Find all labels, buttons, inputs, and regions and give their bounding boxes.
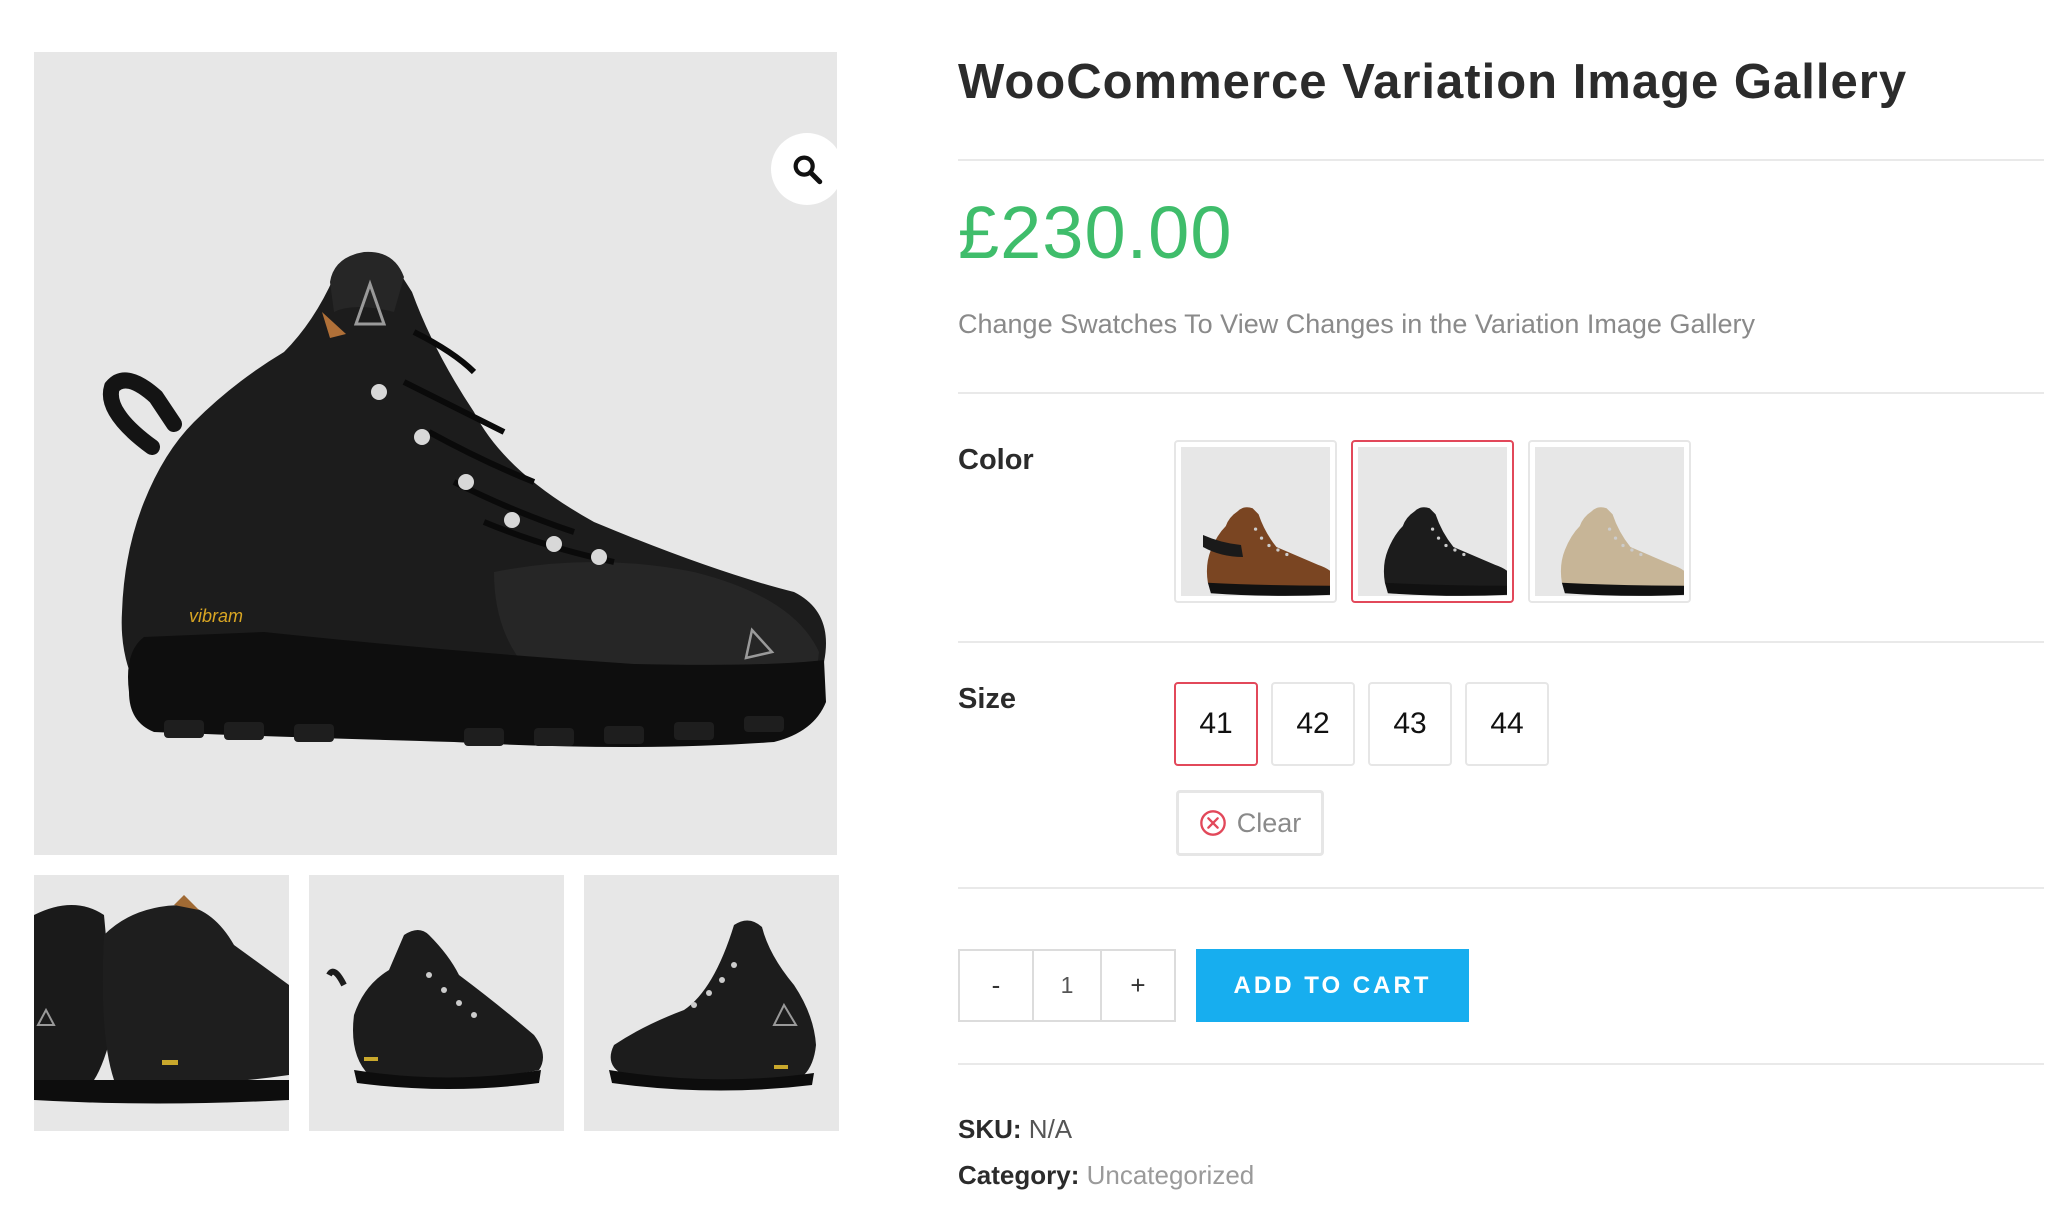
short-description: Change Swatches To View Changes in the V… [958,309,1755,339]
thumbnail-3[interactable] [584,875,839,1131]
sku-meta: SKU: N/A [958,1114,1072,1145]
color-swatch-black[interactable] [1351,440,1514,603]
product-summary: WooCommerce Variation Image Gallery £230… [958,0,2044,1224]
color-label: Color [958,444,1034,476]
clear-selection-button[interactable]: Clear [1176,790,1324,856]
magnifier-icon [793,155,823,185]
divider [958,159,2044,161]
brown-boot-image [1181,447,1330,596]
divider [958,887,2044,889]
main-product-image[interactable]: vibram [34,52,837,855]
product-price: £230.00 [958,191,1233,274]
beige-boot-image [1535,447,1684,596]
size-option-44[interactable]: 44 [1465,682,1549,766]
quantity-decrease-button[interactable]: - [960,951,1032,1020]
color-swatch-beige[interactable] [1528,440,1691,603]
black-hiking-boot-image: vibram [102,251,826,747]
svg-text:vibram: vibram [189,606,243,626]
black-boot-front-angle-image [326,930,543,1089]
gallery-thumbnails [34,875,839,1131]
black-boot-side-angle-image [609,920,816,1091]
clear-circle-x-icon [1199,810,1226,836]
clear-label: Clear [1236,807,1302,838]
size-option-41[interactable]: 41 [1174,682,1258,766]
divider [958,641,2044,643]
sku-label: SKU: [958,1114,1022,1144]
product-title: WooCommerce Variation Image Gallery [958,55,1908,109]
size-option-43[interactable]: 43 [1368,682,1452,766]
color-swatch-brown[interactable] [1174,440,1337,603]
black-boots-rear-pair-image [34,895,289,1104]
quantity-input[interactable]: 1 [1032,951,1102,1020]
add-to-cart-button[interactable]: ADD TO CART [1196,949,1469,1022]
size-option-42[interactable]: 42 [1271,682,1355,766]
category-link[interactable]: Uncategorized [1087,1160,1255,1190]
thumbnail-2[interactable] [309,875,564,1131]
zoom-button[interactable] [771,133,837,205]
sku-value: N/A [1028,1114,1073,1144]
thumbnail-1[interactable] [34,875,289,1131]
category-meta: Category: Uncategorized [958,1160,1254,1191]
black-boot-image [1358,447,1507,596]
quantity-increase-button[interactable]: + [1102,951,1174,1020]
divider [958,392,2044,394]
size-label: Size [958,683,1017,715]
quantity-stepper: - 1 + [958,949,1176,1022]
divider [958,1063,2044,1065]
category-label: Category: [958,1160,1080,1190]
